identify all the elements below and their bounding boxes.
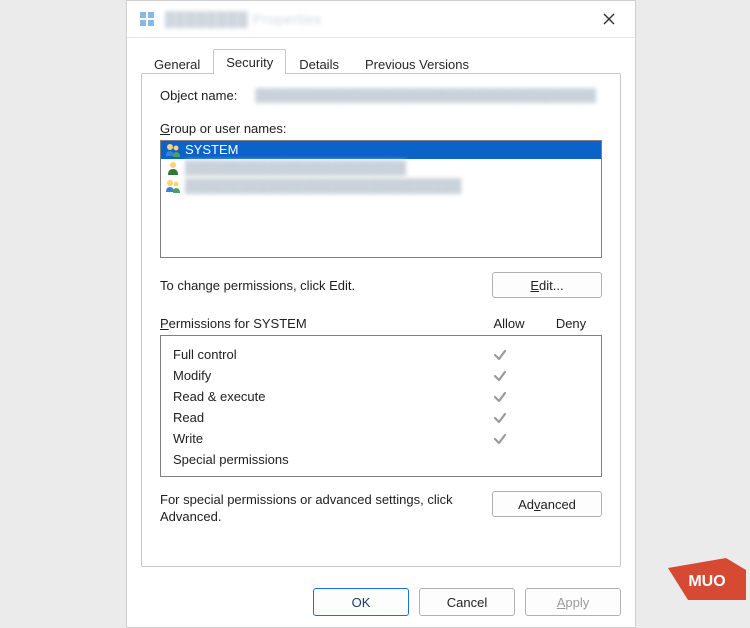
object-name-value: █████████████████████████████████████ bbox=[255, 88, 602, 103]
list-item-label: ████████████████████████ bbox=[185, 159, 406, 177]
tab-security[interactable]: Security bbox=[213, 49, 286, 74]
permissions-header: Permissions for SYSTEM Allow Deny bbox=[160, 316, 602, 331]
perm-label: Write bbox=[169, 431, 469, 446]
object-name-row: Object name: ███████████████████████████… bbox=[160, 88, 602, 103]
perm-row-read: Read bbox=[169, 407, 593, 428]
perm-allow bbox=[469, 369, 531, 383]
perm-allow bbox=[469, 390, 531, 404]
advanced-button[interactable]: Advanced bbox=[492, 491, 602, 517]
watermark-muo: MUO bbox=[668, 558, 746, 600]
permissions-header-label: Permissions for SYSTEM bbox=[160, 316, 478, 331]
permissions-listbox[interactable]: Full control Modify Read & execute Read bbox=[160, 335, 602, 477]
tab-previous-versions[interactable]: Previous Versions bbox=[352, 52, 482, 75]
perm-row-read-execute: Read & execute bbox=[169, 386, 593, 407]
advanced-hint-text: For special permissions or advanced sett… bbox=[160, 491, 492, 525]
perm-label: Read bbox=[169, 410, 469, 425]
check-icon bbox=[493, 369, 507, 383]
principals-listbox[interactable]: SYSTEM ████████████████████████ bbox=[160, 140, 602, 258]
perm-label: Full control bbox=[169, 347, 469, 362]
watermark-text: MUO bbox=[688, 573, 725, 590]
dialog-title: ████████ Properties bbox=[165, 11, 591, 27]
group-icon bbox=[165, 142, 181, 158]
client-area: General Security Details Previous Versio… bbox=[127, 38, 635, 628]
perm-allow bbox=[469, 432, 531, 446]
deny-column-header: Deny bbox=[540, 316, 602, 331]
tab-panel-security: Object name: ███████████████████████████… bbox=[141, 73, 621, 567]
perm-row-write: Write bbox=[169, 428, 593, 449]
groups-label: Group or user names: bbox=[160, 121, 602, 136]
list-item[interactable]: ██████████████████████████████ bbox=[161, 177, 601, 195]
apply-button[interactable]: Apply bbox=[525, 588, 621, 616]
cancel-button[interactable]: Cancel bbox=[419, 588, 515, 616]
check-icon bbox=[493, 348, 507, 362]
tab-general[interactable]: General bbox=[141, 52, 213, 75]
ok-button[interactable]: OK bbox=[313, 588, 409, 616]
list-item-label: ██████████████████████████████ bbox=[185, 177, 461, 195]
titlebar: ████████ Properties bbox=[127, 1, 635, 38]
list-item-label: SYSTEM bbox=[185, 141, 238, 159]
close-icon bbox=[603, 13, 615, 25]
tab-details[interactable]: Details bbox=[286, 52, 352, 75]
perm-row-modify: Modify bbox=[169, 365, 593, 386]
allow-column-header: Allow bbox=[478, 316, 540, 331]
check-icon bbox=[493, 390, 507, 404]
app-icon bbox=[139, 11, 155, 27]
perm-allow bbox=[469, 411, 531, 425]
edit-hint-row: To change permissions, click Edit. Edit.… bbox=[160, 272, 602, 298]
close-button[interactable] bbox=[591, 1, 627, 37]
check-icon bbox=[493, 411, 507, 425]
list-item[interactable]: ████████████████████████ bbox=[161, 159, 601, 177]
dialog-button-bar: OK Cancel Apply bbox=[313, 588, 621, 616]
check-icon bbox=[493, 432, 507, 446]
perm-allow bbox=[469, 348, 531, 362]
perm-label: Read & execute bbox=[169, 389, 469, 404]
edit-hint-text: To change permissions, click Edit. bbox=[160, 278, 492, 293]
group-icon bbox=[165, 178, 181, 194]
user-icon bbox=[165, 160, 181, 176]
perm-row-full-control: Full control bbox=[169, 344, 593, 365]
perm-row-special: Special permissions bbox=[169, 449, 593, 470]
object-name-label: Object name: bbox=[160, 88, 237, 103]
perm-label: Special permissions bbox=[169, 452, 469, 467]
perm-label: Modify bbox=[169, 368, 469, 383]
tabstrip: General Security Details Previous Versio… bbox=[141, 48, 621, 74]
properties-dialog: ████████ Properties General Security Det… bbox=[126, 0, 636, 628]
list-item-system[interactable]: SYSTEM bbox=[161, 141, 601, 159]
advanced-row: For special permissions or advanced sett… bbox=[160, 491, 602, 525]
edit-button[interactable]: Edit... bbox=[492, 272, 602, 298]
